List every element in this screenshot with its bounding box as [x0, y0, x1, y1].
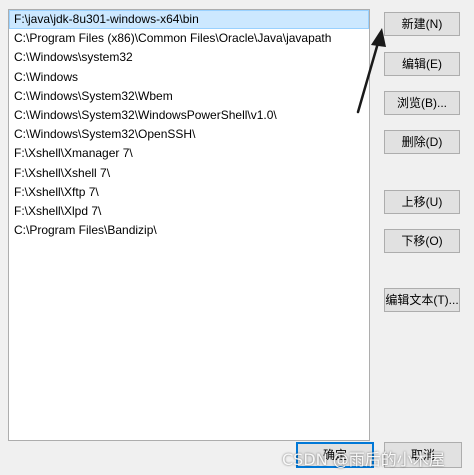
move-down-button[interactable]: 下移(O) [384, 229, 460, 253]
browse-button[interactable]: 浏览(B)... [384, 91, 460, 115]
watermark-text: CSDN @雨后的小木屋 [282, 450, 445, 469]
move-up-button[interactable]: 上移(U) [384, 190, 460, 214]
list-item[interactable]: F:\Xshell\Xshell 7\ [9, 164, 369, 183]
list-item[interactable]: C:\Windows\System32\OpenSSH\ [9, 125, 369, 144]
edit-text-button[interactable]: 编辑文本(T)... [384, 288, 460, 312]
edit-button[interactable]: 编辑(E) [384, 52, 460, 76]
list-item[interactable]: F:\Xshell\Xlpd 7\ [9, 202, 369, 221]
list-item[interactable]: C:\Program Files\Bandizip\ [9, 221, 369, 240]
list-item[interactable]: C:\Windows\system32 [9, 48, 369, 67]
list-item[interactable]: C:\Windows [9, 68, 369, 87]
list-item[interactable]: C:\Windows\System32\Wbem [9, 87, 369, 106]
list-item[interactable]: C:\Windows\System32\WindowsPowerShell\v1… [9, 106, 369, 125]
edit-environment-variable-dialog: F:\java\jdk-8u301-windows-x64\bin C:\Pro… [0, 0, 474, 475]
delete-button[interactable]: 删除(D) [384, 130, 460, 154]
list-item[interactable]: F:\java\jdk-8u301-windows-x64\bin [9, 10, 369, 30]
list-item[interactable]: C:\Program Files (x86)\Common Files\Orac… [9, 29, 369, 48]
path-list[interactable]: F:\java\jdk-8u301-windows-x64\bin C:\Pro… [8, 9, 370, 441]
new-button[interactable]: 新建(N) [384, 12, 460, 36]
list-item[interactable]: F:\Xshell\Xmanager 7\ [9, 144, 369, 163]
list-item[interactable]: F:\Xshell\Xftp 7\ [9, 183, 369, 202]
